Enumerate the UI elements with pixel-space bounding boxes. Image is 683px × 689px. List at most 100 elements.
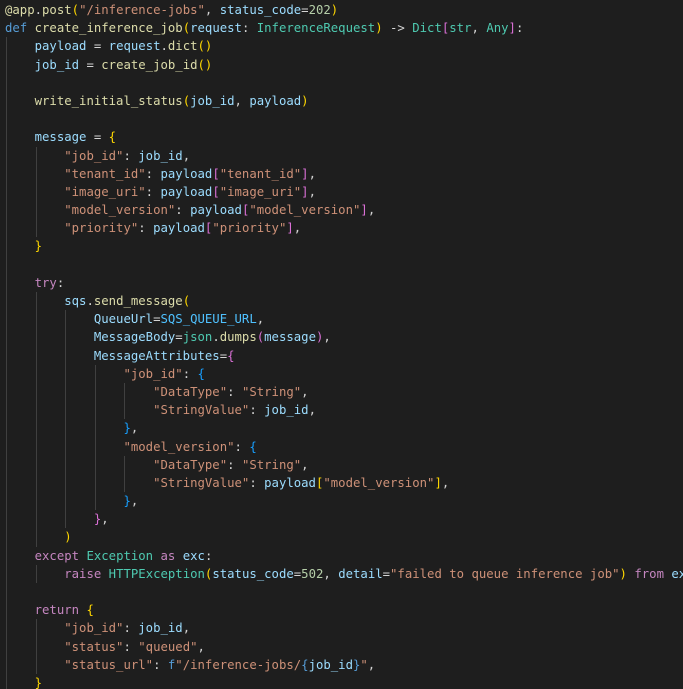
code-token: sqs <box>64 294 87 308</box>
code-token: as <box>160 548 176 563</box>
code-token: } <box>123 494 131 509</box>
indent-guide <box>6 255 7 274</box>
code-token: = <box>301 3 309 17</box>
code-line[interactable]: }, <box>5 492 683 511</box>
code-line[interactable]: ) <box>5 528 683 547</box>
code-line[interactable]: MessageBody=json.dumps(message), <box>5 328 683 347</box>
code-text: } <box>5 239 42 253</box>
code-line[interactable]: "image_uri": payload["image_uri"], <box>5 182 683 202</box>
code-line[interactable]: } <box>5 673 683 689</box>
code-token: : <box>249 403 265 418</box>
code-line[interactable]: return { <box>5 601 683 620</box>
code-token: except <box>34 548 80 563</box>
code-line[interactable]: MessageAttributes={ <box>5 346 683 365</box>
code-token: "failed to queue inference job" <box>390 566 620 581</box>
code-line[interactable]: "model_version": { <box>5 437 683 456</box>
code-text: }, <box>5 512 109 526</box>
code-token: { <box>197 366 205 381</box>
code-token: request <box>108 39 161 54</box>
code-token: : <box>56 275 65 290</box>
code-text: "job_id": { <box>5 366 205 381</box>
code-token: : <box>153 657 168 672</box>
code-token: "model_version" <box>249 203 361 218</box>
code-text: job_id = create_job_id() <box>5 58 213 72</box>
code-text: message = { <box>5 130 116 144</box>
code-line[interactable]: "status": "queued", <box>5 637 683 656</box>
code-text: "model_version": payload["model_version"… <box>5 203 375 217</box>
code-token: InferenceRequest <box>256 21 376 36</box>
code-token: ] <box>301 184 309 199</box>
code-token: try <box>34 275 57 290</box>
code-token: MessageAttributes <box>93 348 220 363</box>
code-token: Exception <box>86 548 154 563</box>
code-line[interactable] <box>5 583 683 602</box>
code-line[interactable]: } <box>5 237 683 256</box>
code-line[interactable]: payload = request.dict() <box>5 37 683 56</box>
code-token: , <box>197 639 205 654</box>
code-line[interactable]: "model_version": payload["model_version"… <box>5 201 683 220</box>
code-line[interactable]: message = { <box>5 128 683 147</box>
code-line[interactable]: sqs.send_message( <box>5 292 683 311</box>
code-token: : <box>138 221 154 236</box>
code-token: payload <box>34 39 87 54</box>
code-line[interactable]: def create_inference_job(request: Infere… <box>5 19 683 37</box>
code-token: status_code <box>212 566 294 581</box>
code-token: ) <box>375 21 391 36</box>
code-line[interactable] <box>5 73 683 92</box>
code-token: : <box>249 475 265 490</box>
code-line[interactable]: "job_id": { <box>5 364 683 383</box>
code-token: = <box>86 130 109 145</box>
code-token: detail <box>338 566 383 581</box>
code-line[interactable]: job_id = create_job_id() <box>5 55 683 74</box>
code-token: ] <box>360 203 368 218</box>
code-line[interactable]: "DataType": "String", <box>5 382 683 402</box>
code-line[interactable]: write_initial_status(job_id, payload) <box>5 91 683 111</box>
code-token: : <box>175 203 191 218</box>
code-line[interactable]: "priority": payload["priority"], <box>5 219 683 238</box>
code-token: job_id <box>138 148 183 163</box>
code-line[interactable]: except Exception as exc: <box>5 546 683 565</box>
code-token: : <box>145 184 161 199</box>
code-line[interactable]: "StringValue": payload["model_version"], <box>5 473 683 493</box>
code-text: def create_inference_job(request: Infere… <box>5 21 523 35</box>
code-token: ) <box>64 530 72 545</box>
code-line[interactable]: }, <box>5 510 683 529</box>
code-token: status_code <box>219 3 302 17</box>
code-line[interactable]: "tenant_id": payload["tenant_id"], <box>5 164 683 183</box>
code-line[interactable]: @app.post("/inference-jobs", status_code… <box>5 1 683 19</box>
code-text: "StringValue": job_id, <box>5 403 316 417</box>
code-token: MessageBody <box>93 330 176 345</box>
code-token: "DataType" <box>153 457 228 472</box>
code-token: { <box>249 439 257 454</box>
code-line[interactable] <box>5 110 683 129</box>
code-token: , <box>293 221 302 236</box>
code-token: "priority" <box>212 221 287 236</box>
code-editor[interactable]: @app.post("/inference-jobs", status_code… <box>0 0 683 689</box>
code-token: "tenant_id" <box>219 166 302 181</box>
code-line[interactable]: "job_id": job_id, <box>5 619 683 638</box>
code-line[interactable]: "status_url": f"/inference-jobs/{job_id}… <box>5 655 683 674</box>
code-token: , <box>130 421 139 436</box>
code-line[interactable]: }, <box>5 419 683 438</box>
code-line[interactable]: "StringValue": job_id, <box>5 401 683 420</box>
code-token: } <box>123 421 131 436</box>
code-line[interactable]: "DataType": "String", <box>5 455 683 474</box>
code-token: SQS_QUEUE_URL <box>160 312 257 327</box>
code-line[interactable]: QueueUrl=SQS_QUEUE_URL, <box>5 310 683 329</box>
code-token: , <box>471 21 487 36</box>
code-token: ) <box>619 566 627 581</box>
code-line[interactable]: try: <box>5 273 683 292</box>
code-line[interactable] <box>5 255 683 274</box>
code-text: @app.post("/inference-jobs", status_code… <box>5 3 338 17</box>
code-token: ] <box>508 21 516 36</box>
code-token: ( <box>182 294 191 308</box>
code-line[interactable]: "job_id": job_id, <box>5 146 683 165</box>
code-line[interactable]: raise HTTPException(status_code=502, det… <box>5 564 683 583</box>
code-token: @app <box>5 3 35 17</box>
code-token: message <box>264 330 316 345</box>
code-token: = <box>175 330 183 345</box>
code-token: payload <box>160 166 213 181</box>
code-token: json <box>182 330 213 345</box>
